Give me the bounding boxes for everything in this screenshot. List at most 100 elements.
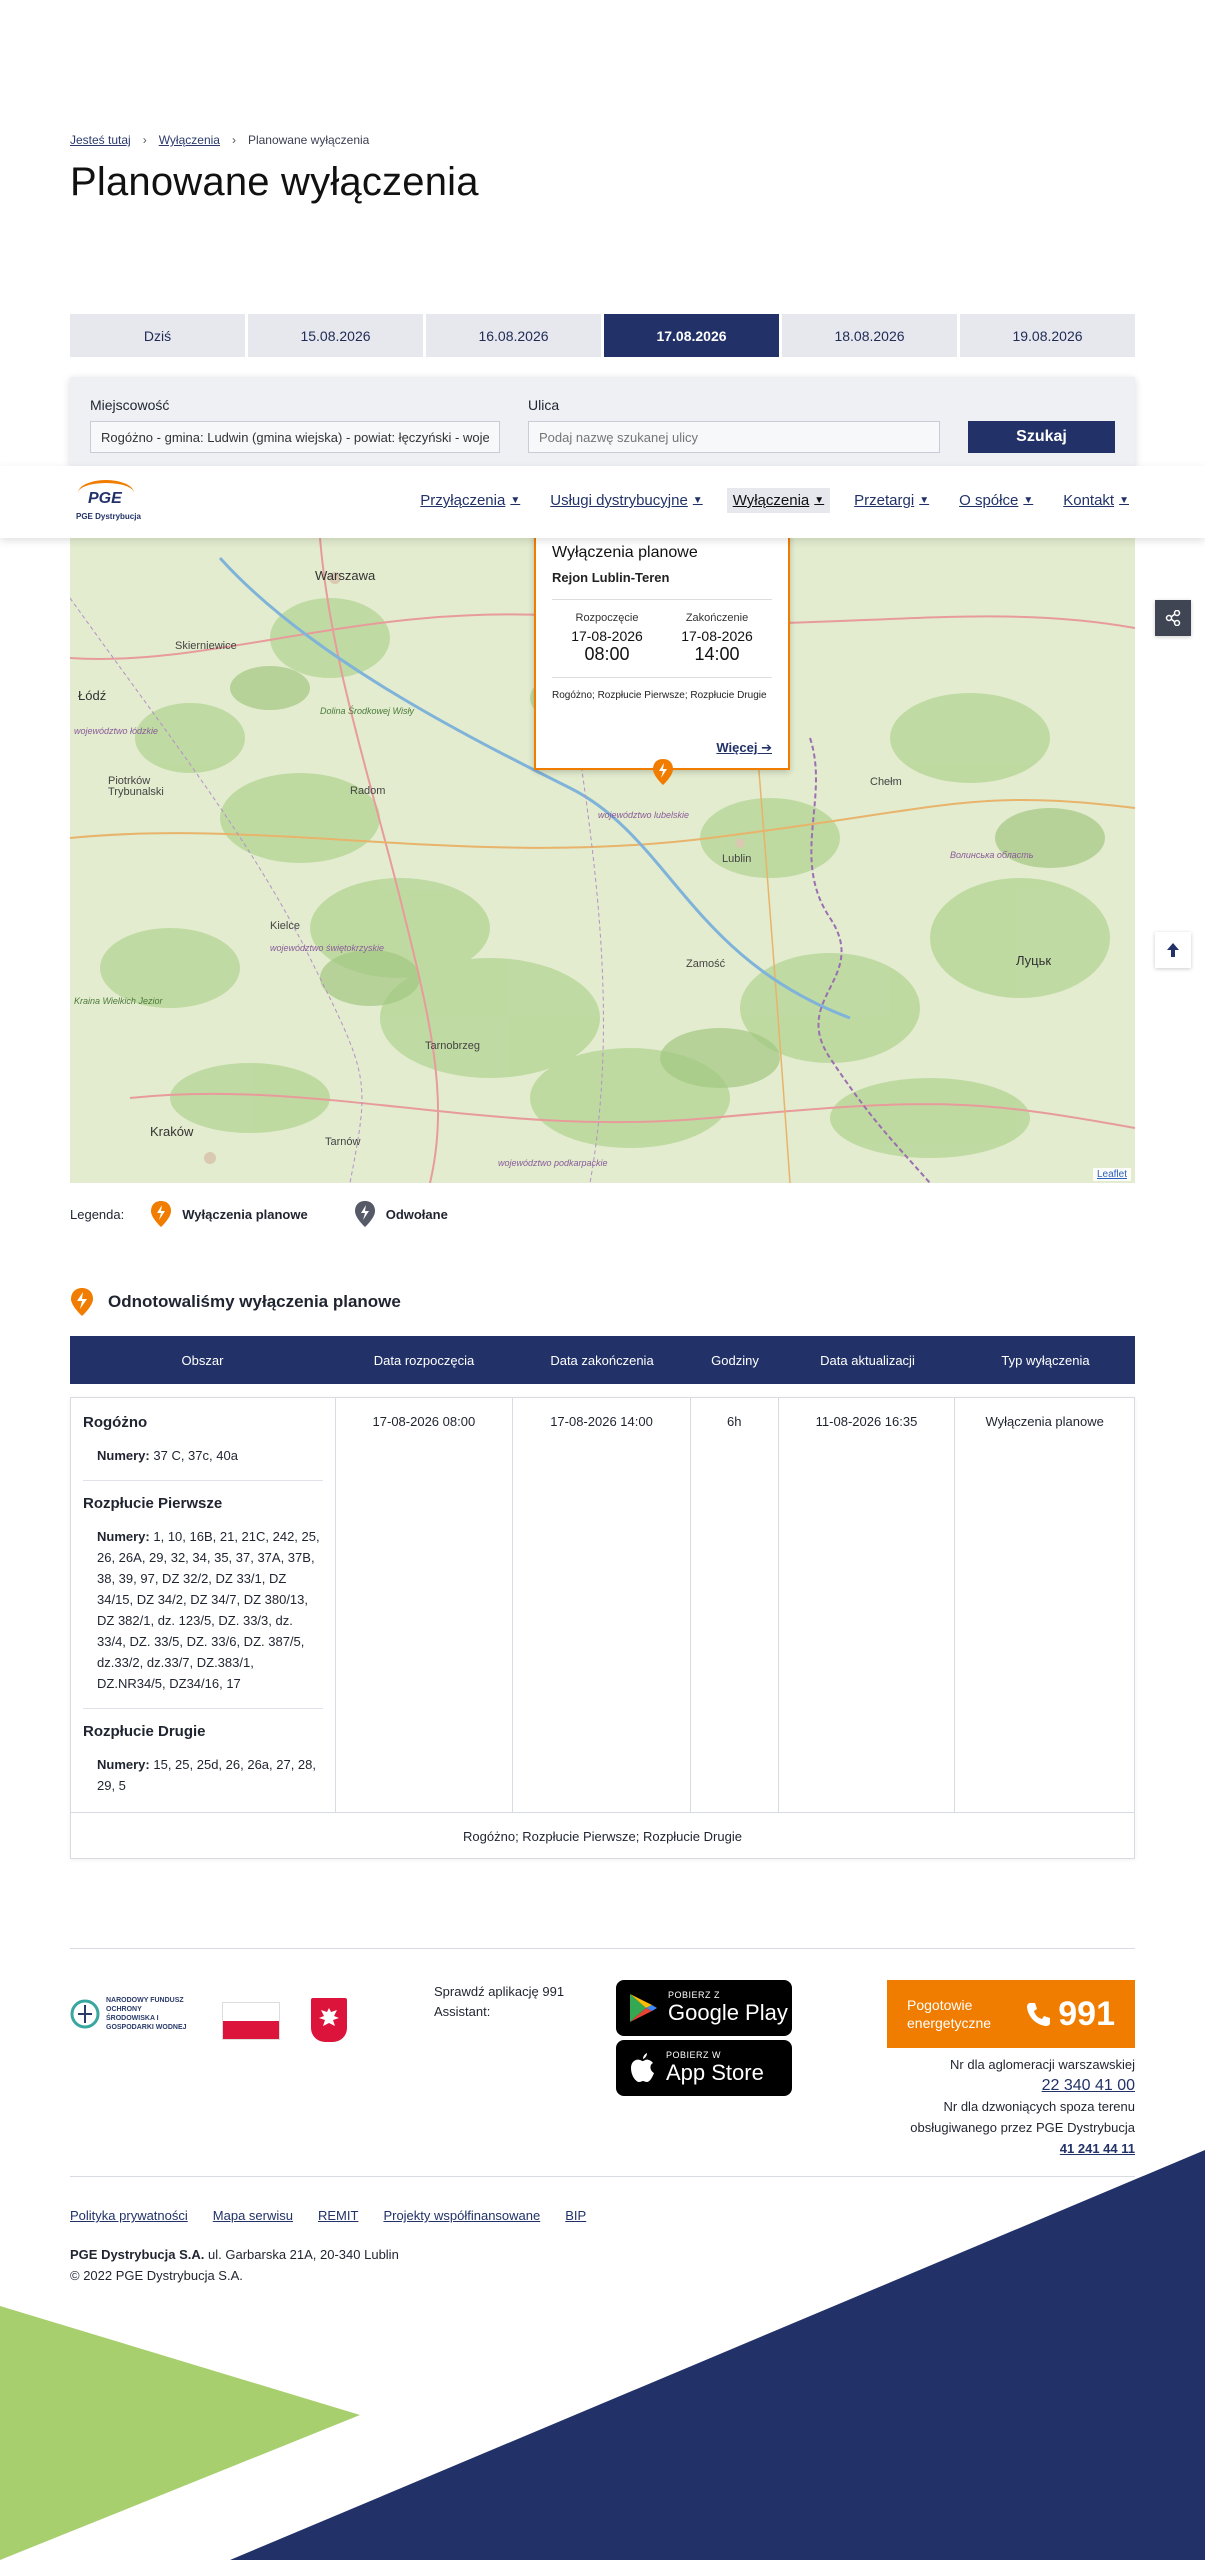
popup-end-time: 14:00 bbox=[694, 644, 740, 664]
chevron-right-icon: › bbox=[231, 133, 236, 147]
street-input[interactable] bbox=[528, 421, 940, 453]
chevron-down-icon: ▼ bbox=[692, 495, 703, 506]
map-label-chelm: Chełm bbox=[870, 776, 902, 788]
nav-item-przetargi[interactable]: Przetargi ▼ bbox=[848, 488, 935, 513]
popup-end-date: 17-08-2026 bbox=[681, 628, 753, 644]
app-check-text: Sprawdź aplikację 991 Assistant: bbox=[434, 1984, 565, 2019]
tab-date[interactable]: 16.08.2026 bbox=[426, 314, 601, 357]
emergency-box[interactable]: Pogotowie energetyczne 991 bbox=[887, 1980, 1135, 2048]
outside-phone-link[interactable]: 41 241 44 11 bbox=[1060, 2141, 1135, 2156]
breadcrumb-item-wylaczenia[interactable]: Wyłączenia bbox=[159, 133, 220, 147]
logo-text: PGE bbox=[88, 490, 122, 507]
scroll-top-button[interactable] bbox=[1155, 932, 1191, 968]
table-footer: Rogóżno; Rozpłucie Pierwsze; Rozpłucie D… bbox=[463, 1828, 742, 1844]
popup-start: Rozpoczęcie 17-08-2026 08:00 bbox=[552, 612, 662, 665]
col-type: Typ wyłączenia bbox=[1001, 1352, 1090, 1368]
popup-more-link[interactable]: Więcej ➔ bbox=[716, 740, 772, 756]
col-end: Data zakończenia bbox=[550, 1352, 654, 1368]
area-cell: Rogóżno Numery: 37 C, 37c, 40a Rozpłucie… bbox=[71, 1398, 336, 1812]
chevron-down-icon: ▼ bbox=[1119, 495, 1129, 506]
link-remit[interactable]: REMIT bbox=[318, 2208, 358, 2223]
map-label-lublin: Lublin bbox=[722, 853, 752, 865]
contact-numbers: Nr dla aglomeracji warszawskiej 22 340 4… bbox=[905, 2054, 1135, 2159]
tab-date-active[interactable]: 17.08.2026 bbox=[604, 314, 779, 357]
link-privacy[interactable]: Polityka prywatności bbox=[70, 2208, 188, 2223]
tab-today[interactable]: Dziś bbox=[70, 314, 245, 357]
map-legend: Legenda: Wyłączenia planowe Odwołane bbox=[70, 1200, 1135, 1228]
map-label-krakow: Kraków bbox=[150, 1124, 194, 1139]
results-heading-text: Odnotowaliśmy wyłączenia planowe bbox=[108, 1292, 401, 1311]
map-label-dolina: Dolina Środkowej Wisły bbox=[320, 706, 414, 716]
popup-end-label: Zakończenie bbox=[685, 612, 749, 624]
company-street: ul. Garbarska 21A, 20-340 Lublin bbox=[208, 2247, 399, 2262]
footer-divider bbox=[70, 1948, 1135, 1949]
start-cell: 17-08-2026 08:00 bbox=[336, 1398, 514, 1812]
breadcrumb-home[interactable]: Jesteś tutaj bbox=[70, 133, 131, 147]
map-label-tarnow: Tarnów bbox=[325, 1136, 361, 1148]
warsaw-phone-link[interactable]: 22 340 41 00 bbox=[1042, 2077, 1135, 2094]
area-name: Rozpłucie Drugie bbox=[83, 1723, 206, 1740]
nav-item-o-spolce[interactable]: O spółce ▼ bbox=[953, 488, 1039, 513]
col-hours: Godziny bbox=[711, 1352, 759, 1368]
nav-item-uslugi[interactable]: Usługi dystrybucyjne ▼ bbox=[544, 488, 708, 513]
nfosigw-logo[interactable]: NARODOWY FUNDUSZ OCHRONY ŚRODOWISKA I GO… bbox=[70, 1996, 190, 2032]
legend-cancelled: Odwołane bbox=[354, 1200, 448, 1228]
arrow-up-icon bbox=[1167, 943, 1179, 957]
popup-title: Wyłączenia planowe bbox=[552, 544, 698, 561]
map-label-krainy: Kraina Wielkich Jezior bbox=[74, 996, 163, 1006]
nav-item-kontakt[interactable]: Kontakt ▼ bbox=[1057, 488, 1135, 513]
company-address: PGE Dystrybucja S.A. ul. Garbarska 21A, … bbox=[70, 2244, 1135, 2286]
map-label-woj-lubelskie: województwo lubelskie bbox=[598, 810, 690, 820]
copyright: © 2022 PGE Dystrybucja S.A. bbox=[70, 2268, 243, 2283]
area-block: Rogóżno Numery: 37 C, 37c, 40a bbox=[83, 1414, 323, 1481]
popup-start-time: 08:00 bbox=[584, 644, 630, 664]
share-button[interactable] bbox=[1155, 600, 1191, 636]
google-play-big: Google Play bbox=[668, 2000, 788, 2025]
tab-date[interactable]: 18.08.2026 bbox=[782, 314, 957, 357]
page-title: Planowane wyłączenia bbox=[70, 160, 479, 204]
link-projects[interactable]: Projekty współfinansowane bbox=[383, 2208, 540, 2223]
breadcrumb: Jesteś tutaj › Wyłączenia › Planowane wy… bbox=[70, 133, 1135, 147]
app-store-button[interactable]: POBIERZ W App Store bbox=[616, 2040, 792, 2096]
popup-start-label: Rozpoczęcie bbox=[575, 612, 639, 624]
nav-item-wylaczenia[interactable]: Wyłączenia ▼ bbox=[726, 488, 831, 513]
chevron-right-icon: › bbox=[142, 133, 147, 147]
leaflet-attribution[interactable]: Leaflet bbox=[1092, 1168, 1131, 1181]
link-sitemap[interactable]: Mapa serwisu bbox=[213, 2208, 293, 2223]
area-numbers: Numery: 15, 25, 25d, 26, 26a, 27, 28, 29… bbox=[83, 1754, 323, 1796]
col-updated: Data aktualizacji bbox=[820, 1352, 915, 1368]
arrow-right-icon: ➔ bbox=[761, 740, 772, 755]
legend-planned-label: Wyłączenia planowe bbox=[182, 1206, 308, 1222]
map-label-wolynska: Волинська область bbox=[950, 850, 1034, 860]
map-label-woj-swietokrzyskie: województwo świętokrzyskie bbox=[270, 943, 385, 953]
polish-emblem-icon bbox=[311, 1998, 347, 2042]
map-label-woj-lodzkie: województwo łódzkie bbox=[74, 726, 159, 736]
pge-logo[interactable]: PGE PGE Dystrybucja bbox=[74, 478, 141, 526]
breadcrumb-current: Planowane wyłączenia bbox=[247, 133, 370, 147]
nav-item-przylaczenia[interactable]: Przyłączenia ▼ bbox=[414, 488, 526, 513]
nfosigw-emblem-icon bbox=[70, 1999, 100, 2029]
app-store-small: POBIERZ W bbox=[666, 2050, 722, 2060]
logo-subtitle: PGE Dystrybucja bbox=[76, 512, 141, 521]
outage-marker-icon[interactable] bbox=[652, 758, 674, 786]
google-play-button[interactable]: POBIERZ Z Google Play bbox=[616, 1980, 792, 2036]
cancelled-marker-icon bbox=[354, 1201, 375, 1227]
city-input[interactable] bbox=[90, 421, 500, 453]
company-name: PGE Dystrybucja S.A. bbox=[70, 2247, 205, 2262]
search-button[interactable]: Szukaj bbox=[968, 421, 1115, 453]
tab-date[interactable]: 19.08.2026 bbox=[960, 314, 1135, 357]
search-form: Miejscowość Ulica Szukaj bbox=[70, 377, 1135, 467]
eagle-icon bbox=[319, 2008, 339, 2026]
footer-links: Polityka prywatności Mapa serwisu REMIT … bbox=[70, 2208, 1135, 2223]
tab-date[interactable]: 15.08.2026 bbox=[248, 314, 423, 357]
map-label-radom: Radom bbox=[350, 785, 386, 797]
legend-cancelled-label: Odwołane bbox=[385, 1206, 448, 1222]
nav-label: Przyłączenia bbox=[420, 492, 506, 509]
outage-popup: Wyłączenia planowe Rejon Lublin-Teren Ro… bbox=[534, 530, 790, 770]
chevron-down-icon: ▼ bbox=[510, 495, 521, 506]
polish-flag bbox=[222, 2002, 280, 2040]
link-bip[interactable]: BIP bbox=[565, 2208, 586, 2223]
popup-more-label: Więcej bbox=[716, 740, 758, 755]
legend-planned: Wyłączenia planowe bbox=[150, 1200, 308, 1228]
street-label: Ulica bbox=[528, 397, 560, 413]
